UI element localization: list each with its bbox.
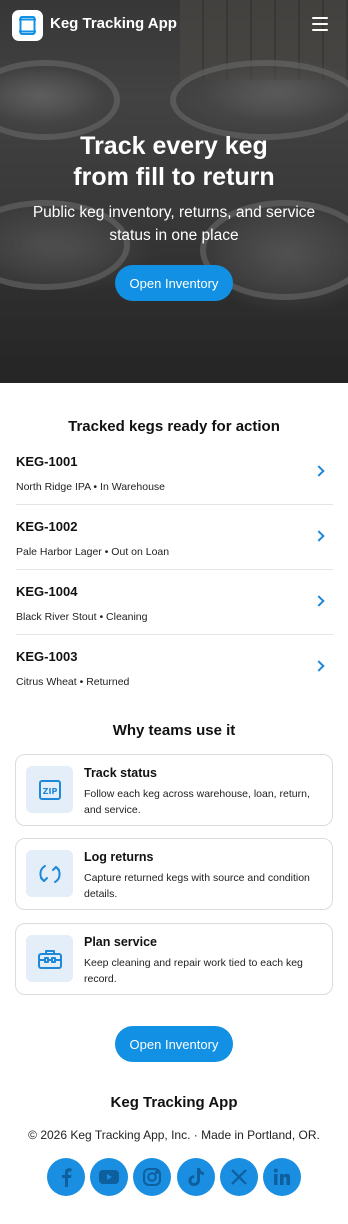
keg-id: KEG-1001 [16, 454, 78, 469]
tiktok-icon[interactable] [176, 1158, 215, 1196]
keg-list-item[interactable]: KEG-1001 North Ridge IPA • In Warehouse [16, 440, 333, 505]
hamburger-menu-icon[interactable] [312, 17, 328, 31]
x-icon[interactable] [219, 1158, 258, 1196]
facebook-icon[interactable] [47, 1158, 85, 1196]
feature-card-log-returns: Log returns Capture returned kegs with s… [15, 838, 333, 910]
keg-details: North Ridge IPA • In Warehouse [16, 481, 165, 493]
footer-brand: Keg Tracking App [110, 1094, 238, 1111]
open-inventory-button-bottom[interactable]: Open Inventory [115, 1026, 233, 1062]
keg-id: KEG-1002 [16, 519, 78, 534]
hero-title-line1: Track every keg [80, 132, 268, 160]
keg-list-item[interactable]: KEG-1004 Black River Stout • Cleaning [16, 570, 333, 635]
app-brand[interactable]: Keg Tracking App [50, 15, 177, 32]
feature-title: Track status [84, 766, 157, 780]
chevron-right-icon[interactable] [313, 530, 325, 542]
instagram-icon[interactable] [133, 1158, 172, 1196]
keg-list-item[interactable]: KEG-1002 Pale Harbor Lager • Out on Loan [16, 505, 333, 570]
youtube-icon[interactable] [90, 1158, 129, 1196]
social-links [47, 1158, 301, 1196]
keg-id: KEG-1004 [16, 584, 78, 599]
keg-id: KEG-1003 [16, 649, 78, 664]
chevron-right-icon[interactable] [313, 465, 325, 477]
hero-title: Track every keg from fill to return [0, 131, 348, 193]
feature-title: Log returns [84, 850, 154, 864]
keg-details: Citrus Wheat • Returned [16, 676, 130, 688]
feature-description: Capture returned kegs with source and co… [84, 872, 310, 900]
keg-details: Black River Stout • Cleaning [16, 611, 148, 623]
chevron-right-icon[interactable] [313, 595, 325, 607]
hero-section: Keg Tracking App Track every keg from fi… [0, 0, 348, 383]
kegs-section-title: Tracked kegs ready for action [68, 418, 280, 435]
refresh-icon [26, 850, 73, 897]
toolbox-icon [26, 935, 73, 982]
feature-card-plan-service: Plan service Keep cleaning and repair wo… [15, 923, 333, 995]
zip-icon: ZIP [26, 766, 73, 813]
features-section-title: Why teams use it [112, 722, 236, 739]
feature-description: Follow each keg across warehouse, loan, … [84, 788, 310, 816]
hero-title-line2: from fill to return [73, 163, 275, 191]
svg-text:ZIP: ZIP [42, 787, 57, 796]
copyright-text: © 2026 Keg Tracking App, Inc. · Made in … [28, 1128, 320, 1142]
feature-description: Keep cleaning and repair work tied to ea… [84, 957, 303, 985]
hero-subtitle: Public keg inventory, returns, and servi… [32, 204, 316, 244]
feature-title: Plan service [84, 935, 157, 949]
feature-card-track-status: ZIP Track status Follow each keg across … [15, 754, 333, 826]
keg-logo-icon[interactable] [12, 10, 43, 41]
linkedin-icon[interactable] [262, 1158, 301, 1196]
top-navigation: Keg Tracking App [0, 0, 348, 50]
keg-list-item[interactable]: KEG-1003 Citrus Wheat • Returned [16, 635, 333, 700]
open-inventory-button[interactable]: Open Inventory [115, 265, 233, 301]
chevron-right-icon[interactable] [313, 660, 325, 672]
keg-details: Pale Harbor Lager • Out on Loan [16, 546, 170, 558]
